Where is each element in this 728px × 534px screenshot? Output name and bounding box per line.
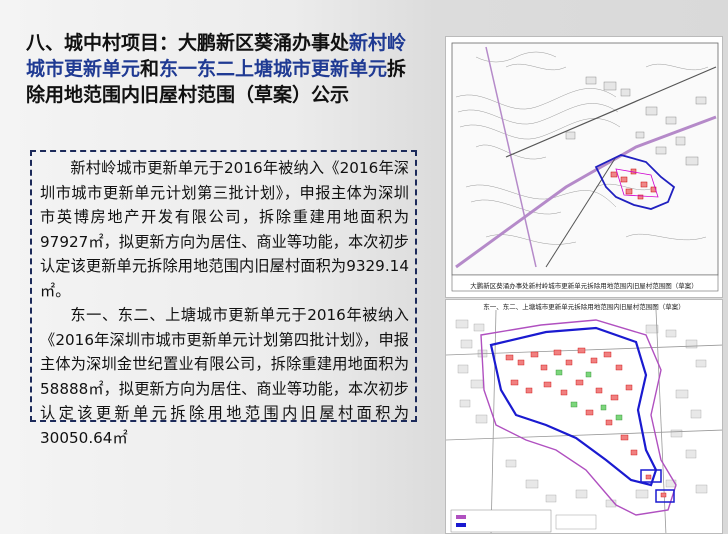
title-part4: 东一东二上塘城市更新单元 (159, 58, 388, 80)
description-box: 新村岭城市更新单元于2016年被纳入《2016年深圳市城市更新单元计划第三批计划… (30, 150, 417, 447)
page-title: 八、城中村项目：大鹏新区葵涌办事处新村岭城市更新单元和东一东二上塘城市更新单元拆… (26, 30, 421, 108)
map-dongyi-donger-shangtang: 东一、东二、上塘城市更新单元拆除用地范围内旧屋村范围图（草案） (445, 299, 723, 534)
map-xincunling-drawing (446, 37, 722, 297)
map-xincunling-caption: 大鹏新区葵涌办事处新村岭城市更新单元拆除用地范围内旧屋村范围图（草案） (470, 282, 698, 290)
map-xincunling: 大鹏新区葵涌办事处新村岭城市更新单元拆除用地范围内旧屋村范围图（草案） (445, 36, 723, 298)
paragraph-dongyi-donger-shangtang: 东一、东二、上塘城市更新单元于2016年被纳入《2016年深圳市城市更新单元计划… (40, 306, 409, 447)
title-part3: 和 (140, 58, 160, 80)
title-part1: 八、城中村项目：大鹏新区葵涌办事处 (26, 32, 350, 54)
map-dongyi-drawing (446, 310, 722, 533)
paragraph-xincunling: 新村岭城市更新单元于2016年被纳入《2016年深圳市城市更新单元计划第三批计划… (40, 159, 409, 300)
